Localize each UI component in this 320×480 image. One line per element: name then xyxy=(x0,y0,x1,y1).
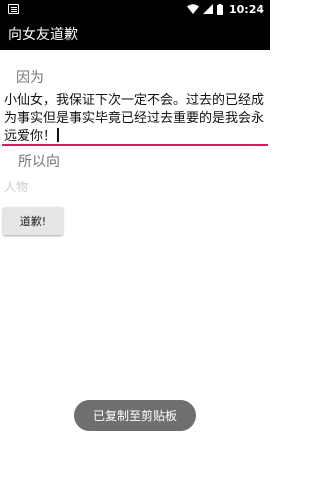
status-bar: 10:24 xyxy=(0,0,270,18)
cellular-signal-icon xyxy=(202,4,213,14)
notification-icon xyxy=(8,4,19,14)
person-input[interactable]: 人物 xyxy=(4,178,30,198)
battery-icon xyxy=(216,3,223,15)
status-icons: 10:24 xyxy=(186,2,264,16)
text-cursor xyxy=(57,128,59,142)
status-time: 10:24 xyxy=(228,2,264,16)
reason-label: 因为 xyxy=(16,70,44,86)
apology-button[interactable]: 道歉! xyxy=(3,207,63,235)
target-label: 所以向 xyxy=(18,154,60,170)
reason-input-value: 小仙女，我保证下次一定不会。过去的已经成为事实但是事实毕竟已经过去重要的是我会永… xyxy=(4,93,265,144)
app-bar: 向女友道歉 xyxy=(0,18,270,50)
app-title: 向女友道歉 xyxy=(8,27,78,43)
wifi-icon xyxy=(186,4,199,14)
reason-input[interactable]: 小仙女，我保证下次一定不会。过去的已经成为事实但是事实毕竟已经过去重要的是我会永… xyxy=(2,90,268,146)
toast-message: 已复制至剪贴板 xyxy=(74,400,196,431)
